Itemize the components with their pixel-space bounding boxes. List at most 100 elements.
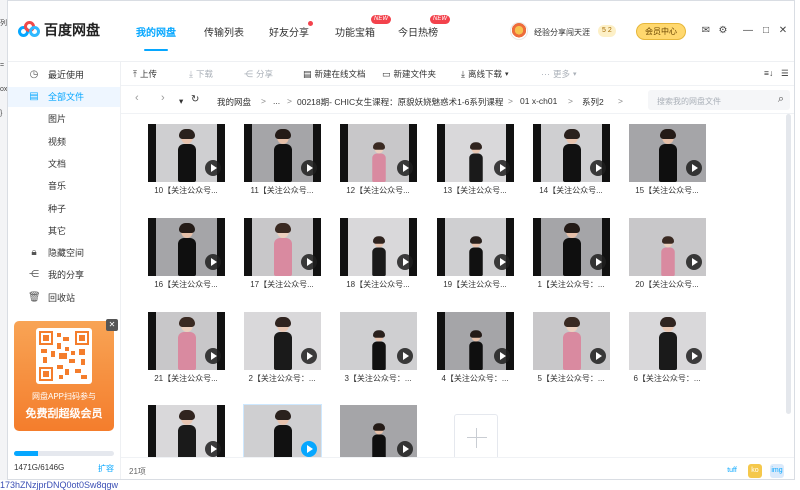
search-icon[interactable]: ⌕ xyxy=(778,93,784,106)
play-icon[interactable] xyxy=(301,254,317,270)
file-item[interactable]: 20【关注公众号... xyxy=(626,208,708,296)
video-thumbnail[interactable] xyxy=(340,124,417,182)
tab-transfer-list[interactable]: 传输列表 xyxy=(204,24,244,39)
play-icon[interactable] xyxy=(397,160,413,176)
video-thumbnail[interactable] xyxy=(148,124,225,182)
video-thumbnail[interactable] xyxy=(148,218,225,276)
upload-button[interactable]: ⤒ 上传 xyxy=(133,68,157,80)
breadcrumb-course-folder[interactable]: 00218期- CHIC女生课程：原貌妖娆魅惑术1-6系列课程 xyxy=(297,96,503,108)
file-item[interactable]: 14【关注公众号... xyxy=(530,114,612,202)
video-thumbnail[interactable] xyxy=(629,312,706,370)
play-icon[interactable] xyxy=(494,160,510,176)
video-thumbnail[interactable] xyxy=(244,312,321,370)
breadcrumb-ellipsis[interactable]: ... xyxy=(273,96,280,106)
video-thumbnail[interactable] xyxy=(533,124,610,182)
sort-icon[interactable]: ≡↓ xyxy=(764,68,773,78)
refresh-icon[interactable]: ↻ xyxy=(191,94,199,105)
play-icon[interactable] xyxy=(590,348,606,364)
play-icon[interactable] xyxy=(494,254,510,270)
play-icon[interactable] xyxy=(205,348,221,364)
play-icon[interactable] xyxy=(590,254,606,270)
breadcrumb-ch01[interactable]: 01 x-ch01 xyxy=(520,96,557,106)
play-icon[interactable] xyxy=(686,254,702,270)
video-thumbnail[interactable] xyxy=(437,124,514,182)
sidebar-item-torrents[interactable]: 种子 xyxy=(8,199,120,219)
user-avatar[interactable] xyxy=(510,22,528,40)
video-thumbnail[interactable] xyxy=(533,218,610,276)
file-item[interactable]: 12【关注公众号... xyxy=(337,114,419,202)
play-icon[interactable] xyxy=(301,348,317,364)
sidebar-item-my-share[interactable]: ⋲ 我的分享 xyxy=(8,265,120,285)
video-thumbnail[interactable] xyxy=(243,404,322,457)
sidebar-item-music[interactable]: 音乐 xyxy=(8,176,120,196)
play-icon[interactable] xyxy=(397,441,413,457)
tuff-icon[interactable]: tuff xyxy=(725,464,739,478)
sidebar-item-documents[interactable]: 文档 xyxy=(8,154,120,174)
play-icon[interactable] xyxy=(397,254,413,270)
play-icon[interactable] xyxy=(494,348,510,364)
forward-icon[interactable]: › xyxy=(161,92,165,104)
user-name[interactable]: 经验分享闯天涯 xyxy=(534,27,590,38)
play-icon[interactable] xyxy=(205,160,221,176)
more-button[interactable]: ··· 更多 ▾ xyxy=(541,68,577,80)
file-item[interactable]: 13【关注公众号... xyxy=(434,114,516,202)
sidebar-item-images[interactable]: 图片 xyxy=(8,109,120,129)
play-icon[interactable] xyxy=(590,160,606,176)
file-item[interactable]: 15【关注公众号... xyxy=(626,114,708,202)
file-item[interactable]: 10【关注公众号... xyxy=(145,114,227,202)
file-item[interactable]: 1【关注公众号：... xyxy=(530,208,612,296)
play-icon[interactable] xyxy=(686,348,702,364)
file-item[interactable]: 16【关注公众号... xyxy=(145,208,227,296)
video-thumbnail[interactable] xyxy=(437,312,514,370)
video-thumbnail[interactable] xyxy=(437,218,514,276)
file-item[interactable]: 4【关注公众号：... xyxy=(434,302,516,390)
file-item[interactable]: 17【关注公众号... xyxy=(241,208,323,296)
scrollbar[interactable] xyxy=(786,114,791,414)
video-thumbnail[interactable] xyxy=(340,405,417,457)
tab-friend-share[interactable]: 好友分享 xyxy=(269,21,313,39)
tab-hot-today[interactable]: 今日热榜 NEW xyxy=(398,15,450,39)
play-icon[interactable] xyxy=(301,160,317,176)
vip-center-button[interactable]: 会员中心 xyxy=(636,23,686,40)
settings-gear-icon[interactable]: ⚙ xyxy=(717,25,729,37)
history-dropdown-icon[interactable]: ▾ xyxy=(179,96,183,107)
play-icon[interactable] xyxy=(205,254,221,270)
download-button[interactable]: ⤓ 下载 xyxy=(189,68,213,80)
file-item[interactable]: 18【关注公众号... xyxy=(337,208,419,296)
file-item[interactable]: 3【关注公众号：... xyxy=(337,302,419,390)
file-item[interactable]: 6【关注公众号：... xyxy=(626,302,708,390)
file-item[interactable]: 11【关注公众号... xyxy=(241,114,323,202)
file-item[interactable] xyxy=(337,395,419,457)
share-button[interactable]: ⋲ 分享 xyxy=(244,68,273,80)
play-icon[interactable] xyxy=(397,348,413,364)
coin-badge[interactable]: 5 2 xyxy=(598,25,616,37)
video-thumbnail[interactable] xyxy=(148,405,225,457)
sidebar-item-recent[interactable]: ◷ 最近使用 xyxy=(8,65,120,85)
tab-feature-box[interactable]: 功能宝箱 NEW xyxy=(335,15,391,39)
new-folder-button[interactable]: ▭ 新建文件夹 xyxy=(382,68,436,80)
video-thumbnail[interactable] xyxy=(148,312,225,370)
mail-icon[interactable]: ✉ xyxy=(700,25,712,37)
back-icon[interactable]: ‹ xyxy=(135,92,139,104)
minimize-button[interactable]: — xyxy=(742,25,754,37)
play-icon[interactable] xyxy=(205,441,221,457)
file-item[interactable]: 21【关注公众号... xyxy=(145,302,227,390)
image-icon[interactable]: img xyxy=(770,464,784,478)
video-thumbnail[interactable] xyxy=(629,124,706,182)
play-icon[interactable] xyxy=(686,160,702,176)
tab-my-netdisk[interactable]: 我的网盘 xyxy=(136,24,176,51)
file-item[interactable] xyxy=(241,395,323,457)
video-thumbnail[interactable] xyxy=(244,124,321,182)
video-thumbnail[interactable] xyxy=(629,218,706,276)
new-online-doc-button[interactable]: ▤ 新建在线文档 xyxy=(303,68,366,80)
promo-banner[interactable]: 网盘APP扫码参与 免费刮超级会员 ✕ xyxy=(14,319,118,431)
file-item[interactable]: 2【关注公众号：... xyxy=(241,302,323,390)
video-thumbnail[interactable] xyxy=(244,218,321,276)
sidebar-item-videos[interactable]: 视频 xyxy=(8,132,120,152)
sidebar-item-other[interactable]: 其它 xyxy=(8,221,120,241)
file-item[interactable] xyxy=(145,395,227,457)
sidebar-item-hidden-space[interactable]: 🔒︎ 隐藏空间 xyxy=(8,243,120,263)
ko-icon[interactable]: ko xyxy=(748,464,762,478)
view-mode-icon[interactable]: ☰ xyxy=(781,68,789,79)
breadcrumb-root[interactable]: 我的网盘 xyxy=(217,96,251,108)
